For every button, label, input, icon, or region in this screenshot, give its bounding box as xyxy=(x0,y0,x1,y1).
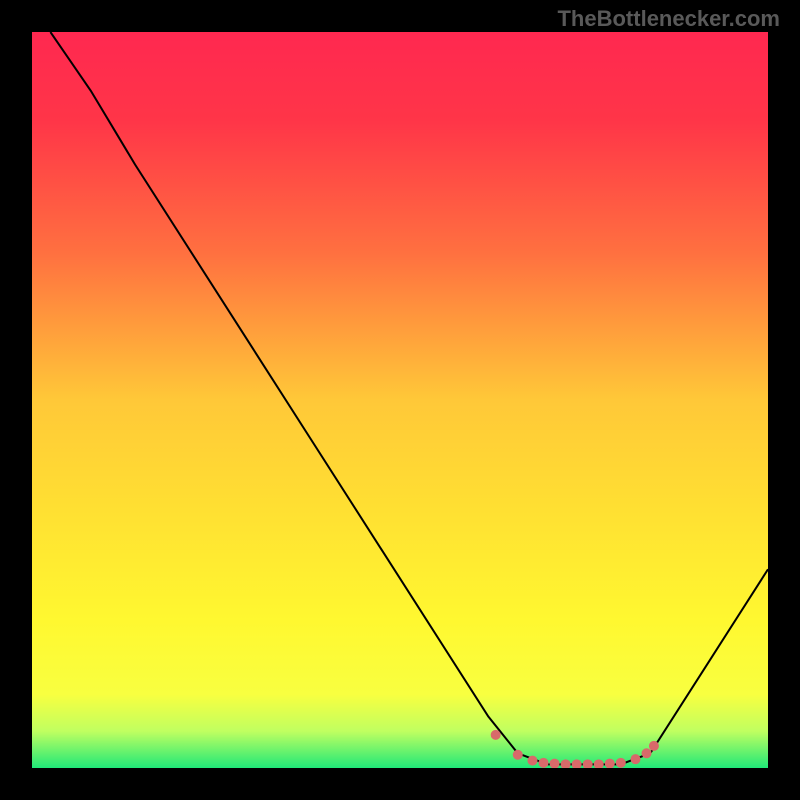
marker-dot xyxy=(491,730,501,740)
watermark-text: TheBottlenecker.com xyxy=(557,6,780,32)
chart-svg xyxy=(32,32,768,768)
gradient-background xyxy=(32,32,768,768)
marker-dot xyxy=(631,754,641,764)
marker-dot xyxy=(642,748,652,758)
chart-plot-area xyxy=(32,32,768,768)
marker-dot xyxy=(539,758,549,768)
marker-dot xyxy=(649,741,659,751)
marker-dot xyxy=(513,750,523,760)
marker-dot xyxy=(616,758,626,768)
marker-dot xyxy=(527,756,537,766)
